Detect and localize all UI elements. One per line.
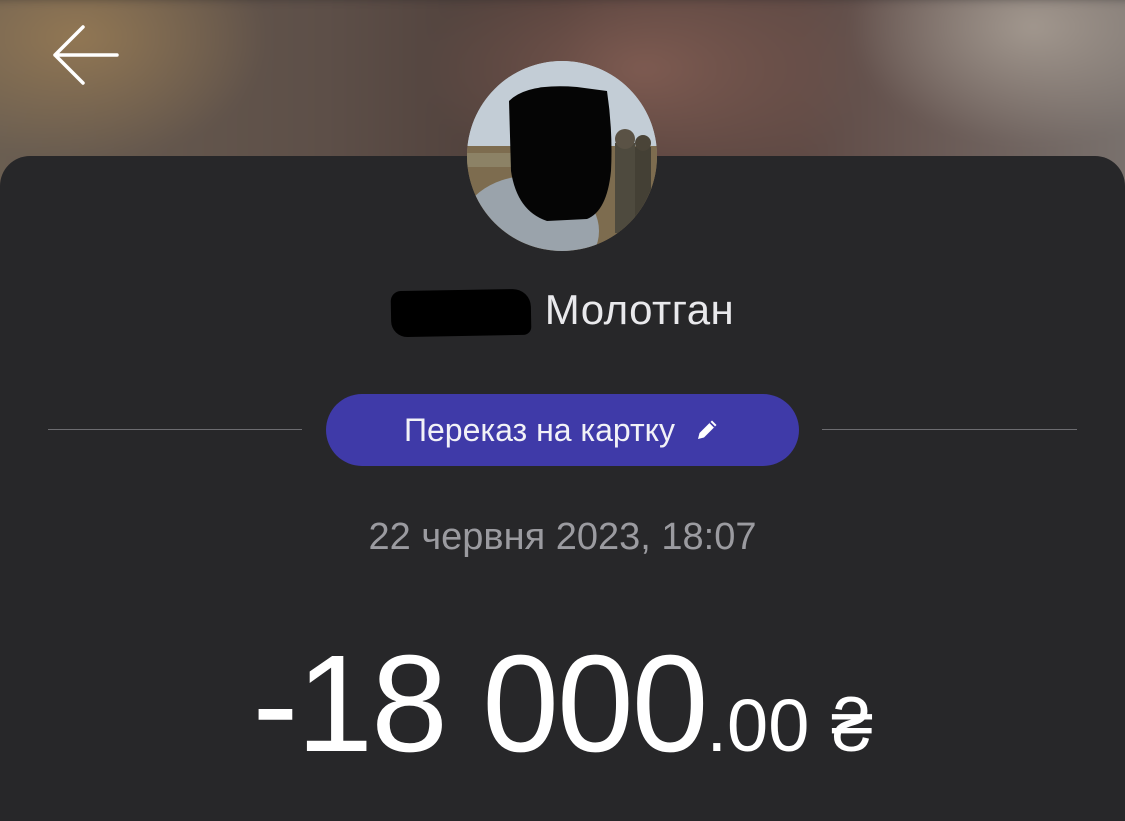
- transaction-amount: -18 000.00 ₴: [0, 625, 1125, 784]
- recipient-name: Молотган: [0, 286, 1125, 338]
- redacted-first-name: [390, 288, 532, 338]
- back-button[interactable]: [40, 20, 130, 90]
- divider-left: [48, 429, 302, 430]
- avatar[interactable]: [467, 61, 657, 251]
- pencil-icon: [693, 416, 721, 444]
- amount-major: -18 000: [252, 627, 708, 781]
- recipient-name-visible: Молотган: [544, 286, 735, 333]
- transaction-datetime: 22 червня 2023, 18:07: [368, 516, 757, 558]
- transfer-type-chip[interactable]: Переказ на картку: [326, 394, 799, 466]
- transfer-type-label: Переказ на картку: [403, 411, 676, 448]
- arrow-left-icon: [53, 25, 119, 85]
- divider-right: [822, 429, 1077, 430]
- amount-minor: .00: [706, 684, 810, 767]
- currency-symbol: ₴: [831, 684, 873, 767]
- avatar-photo: [467, 61, 657, 251]
